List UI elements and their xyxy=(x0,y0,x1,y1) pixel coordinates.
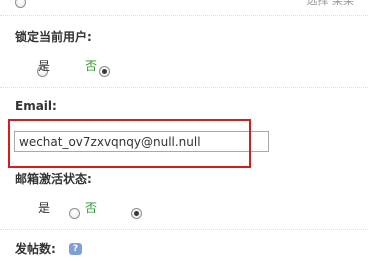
email-status-no-radio[interactable] xyxy=(131,208,143,219)
lock-user-no-label: 否 xyxy=(85,59,98,73)
email-status-yes-label: 是 xyxy=(38,201,51,215)
post-count-label: 发帖数: xyxy=(15,242,56,256)
divider-after-lock-user xyxy=(0,87,368,88)
email-status-no-label: 否 xyxy=(85,201,98,215)
help-icon[interactable]: ? xyxy=(69,243,82,255)
email-label: Email: xyxy=(15,99,57,113)
email-status-label: 邮箱激活状态: xyxy=(15,172,92,186)
email-highlight-box xyxy=(8,119,251,168)
divider-top xyxy=(0,15,368,16)
top-right-partial-text: 选择 某某 xyxy=(306,0,355,7)
user-edit-form: 选择 某某 锁定当前用户: 是 否 Email: 邮箱激活状态: 是 否 发帖数… xyxy=(0,0,368,261)
lock-user-yes-label: 是 xyxy=(38,59,51,73)
top-row-radio[interactable] xyxy=(15,0,26,8)
lock-user-label: 锁定当前用户: xyxy=(15,30,92,44)
divider-after-email-status xyxy=(0,229,368,230)
email-status-yes-radio[interactable] xyxy=(69,208,81,219)
lock-user-no-radio[interactable] xyxy=(99,66,111,77)
